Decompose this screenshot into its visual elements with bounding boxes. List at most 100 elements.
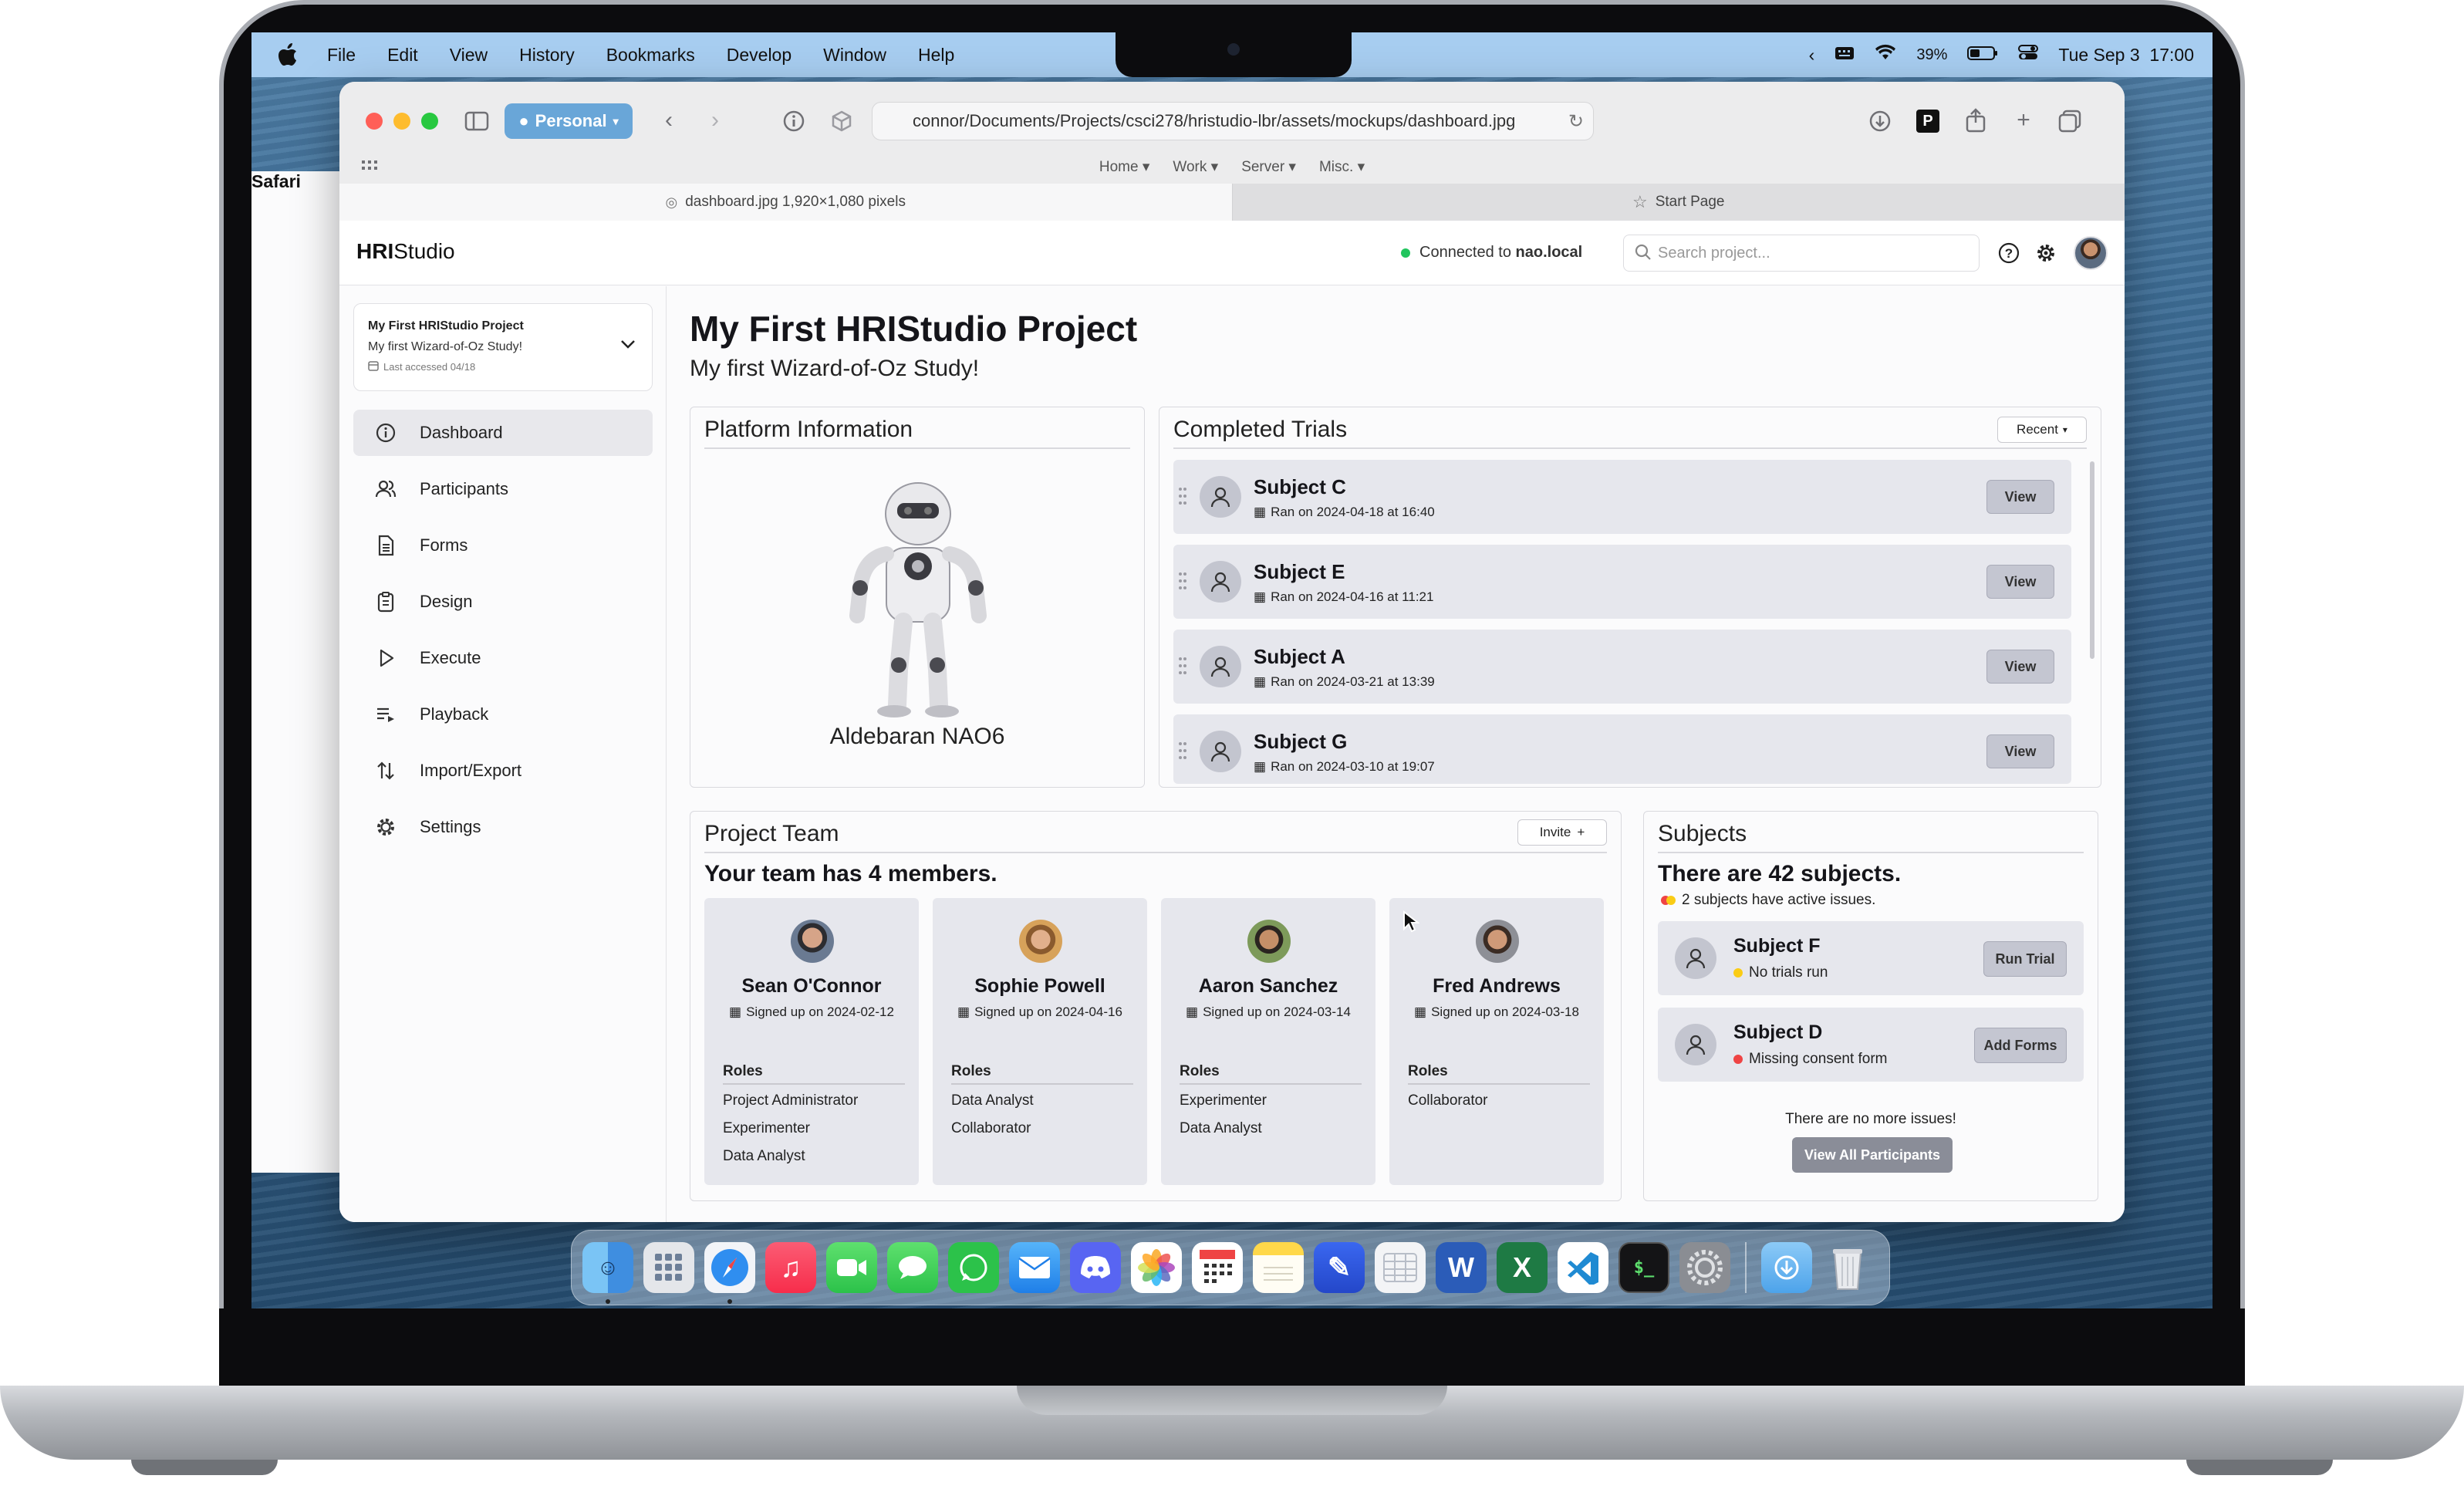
drag-handle-icon[interactable]: [1178, 656, 1187, 676]
reload-icon[interactable]: ↻: [1568, 110, 1584, 133]
profile-button[interactable]: ● Personal ▾: [505, 103, 633, 139]
excel-icon[interactable]: X: [1497, 1242, 1548, 1293]
sidebar-item-settings[interactable]: Settings: [353, 804, 653, 850]
minimize-window-button[interactable]: [393, 113, 410, 130]
clock[interactable]: Tue Sep 3 17:00: [2058, 45, 2194, 66]
extension-cube-icon[interactable]: [829, 108, 855, 134]
discord-icon[interactable]: [1070, 1242, 1121, 1293]
sidebar-item-label: Participants: [420, 479, 508, 498]
search-icon: [1635, 242, 1652, 267]
close-window-button[interactable]: [366, 113, 383, 130]
sidebar-item-design[interactable]: Design: [353, 579, 653, 625]
bookmark-work[interactable]: Work ▾: [1173, 158, 1218, 176]
trial-subject-name: Subject A: [1254, 645, 1345, 668]
gear-icon[interactable]: [2034, 241, 2058, 265]
sidebar-item-execute[interactable]: Execute: [353, 635, 653, 681]
tab-dashboard-image[interactable]: ◎ dashboard.jpg 1,920×1,080 pixels: [339, 184, 1233, 221]
menu-window[interactable]: Window: [823, 45, 886, 66]
team-member-card[interactable]: Aaron Sanchez ▦ Signed up on 2024-03-14 R…: [1161, 898, 1375, 1185]
terminal-icon[interactable]: $_: [1618, 1242, 1669, 1293]
view-trial-button[interactable]: View: [1986, 480, 2054, 514]
launchpad-icon[interactable]: [643, 1242, 694, 1293]
run-trial-button[interactable]: Run Trial: [1983, 941, 2067, 977]
help-icon[interactable]: ?: [1997, 241, 2021, 265]
wifi-icon[interactable]: [1875, 44, 1896, 66]
menu-history[interactable]: History: [519, 45, 575, 66]
trials-scrollbar[interactable]: [2090, 461, 2094, 659]
back-icon[interactable]: ‹: [656, 106, 682, 134]
notes-icon[interactable]: [1253, 1242, 1304, 1293]
tab-start-page[interactable]: ☆ Start Page: [1232, 184, 2125, 221]
trial-row: Subject A ▦ Ran on 2024-03-21 at 13:39 Vi…: [1173, 630, 2071, 704]
trash-icon[interactable]: [1822, 1242, 1873, 1293]
calendar-icon[interactable]: [1192, 1242, 1243, 1293]
drag-handle-icon[interactable]: [1178, 571, 1187, 591]
project-search-input[interactable]: Search project...: [1623, 235, 1980, 272]
drag-handle-icon[interactable]: [1178, 486, 1187, 506]
person-icon: [1200, 476, 1241, 518]
team-member-card[interactable]: Fred Andrews ▦ Signed up on 2024-03-18 Ro…: [1389, 898, 1604, 1185]
invite-button[interactable]: Invite +: [1517, 819, 1607, 846]
word-icon[interactable]: W: [1436, 1242, 1487, 1293]
finder-icon[interactable]: ☺: [582, 1242, 633, 1304]
add-forms-button[interactable]: Add Forms: [1974, 1028, 2067, 1063]
menu-file[interactable]: File: [327, 45, 356, 66]
messages-icon[interactable]: [887, 1242, 938, 1293]
sidebar-item-playback[interactable]: Playback: [353, 691, 653, 738]
sidebar-item-forms[interactable]: Forms: [353, 522, 653, 569]
numbers-icon[interactable]: [1375, 1242, 1426, 1293]
laptop-foot-left: [131, 1460, 278, 1475]
view-trial-button[interactable]: View: [1986, 734, 2054, 768]
roles-label: Roles: [1408, 1063, 1448, 1079]
bookmark-server[interactable]: Server ▾: [1241, 158, 1296, 176]
team-member-card[interactable]: Sophie Powell ▦ Signed up on 2024-04-16 R…: [933, 898, 1147, 1185]
menu-bookmarks[interactable]: Bookmarks: [606, 45, 695, 66]
downloads-folder-icon[interactable]: [1761, 1242, 1812, 1293]
battery-icon[interactable]: [1967, 45, 1998, 66]
tab-overview-icon[interactable]: [2057, 108, 2083, 134]
photos-icon[interactable]: [1131, 1242, 1182, 1293]
facetime-icon[interactable]: [826, 1242, 877, 1293]
bookmark-home[interactable]: Home ▾: [1099, 158, 1150, 176]
menu-edit[interactable]: Edit: [387, 45, 418, 66]
info-icon[interactable]: [781, 108, 807, 134]
menu-develop[interactable]: Develop: [727, 45, 792, 66]
new-tab-icon[interactable]: +: [2010, 106, 2037, 134]
menu-view[interactable]: View: [450, 45, 488, 66]
app-logo[interactable]: HRIStudio: [356, 239, 455, 264]
calendar-icon: [368, 360, 379, 373]
sidebar-toggle-icon[interactable]: [463, 108, 491, 134]
zoom-window-button[interactable]: [421, 113, 438, 130]
view-all-participants-button[interactable]: View All Participants: [1792, 1137, 1953, 1173]
project-selector[interactable]: My First HRIStudio Project My first Wiza…: [353, 303, 653, 391]
bookmark-misc[interactable]: Misc. ▾: [1319, 158, 1365, 176]
user-avatar[interactable]: [2074, 236, 2108, 270]
control-center-icon[interactable]: [2018, 44, 2039, 66]
forward-icon[interactable]: ›: [702, 106, 728, 134]
extension-p-icon[interactable]: P: [1915, 108, 1941, 134]
apple-icon[interactable]: [275, 42, 301, 68]
avatar: [791, 920, 834, 963]
vscode-icon[interactable]: [1558, 1242, 1608, 1293]
share-icon[interactable]: [1963, 106, 1989, 134]
menu-help[interactable]: Help: [918, 45, 954, 66]
sidebar-item-participants[interactable]: Participants: [353, 466, 653, 512]
chevron-left-icon[interactable]: ‹: [1809, 45, 1815, 66]
system-settings-icon[interactable]: [1679, 1242, 1730, 1293]
sort-dropdown[interactable]: Recent ▾: [1997, 417, 2087, 443]
music-icon[interactable]: ♫: [765, 1242, 816, 1293]
whatsapp-icon[interactable]: [948, 1242, 999, 1293]
safari-icon[interactable]: [704, 1242, 755, 1304]
sidebar-item-import-export[interactable]: Import/Export: [353, 748, 653, 794]
address-bar[interactable]: connor/Documents/Projects/csci278/hristu…: [872, 102, 1594, 140]
view-trial-button[interactable]: View: [1986, 565, 2054, 599]
view-trial-button[interactable]: View: [1986, 650, 2054, 684]
downloads-icon[interactable]: [1867, 108, 1893, 134]
drag-handle-icon[interactable]: [1178, 741, 1187, 761]
mail-icon[interactable]: [1009, 1242, 1060, 1293]
calendar-icon: ▦: [957, 1004, 970, 1019]
keyboard-icon[interactable]: [1834, 45, 1855, 66]
sidebar-item-dashboard[interactable]: Dashboard: [353, 410, 653, 456]
pencil-app-icon[interactable]: ✎: [1314, 1242, 1365, 1293]
team-member-card[interactable]: Sean O'Connor ▦ Signed up on 2024-02-12 R…: [704, 898, 919, 1185]
